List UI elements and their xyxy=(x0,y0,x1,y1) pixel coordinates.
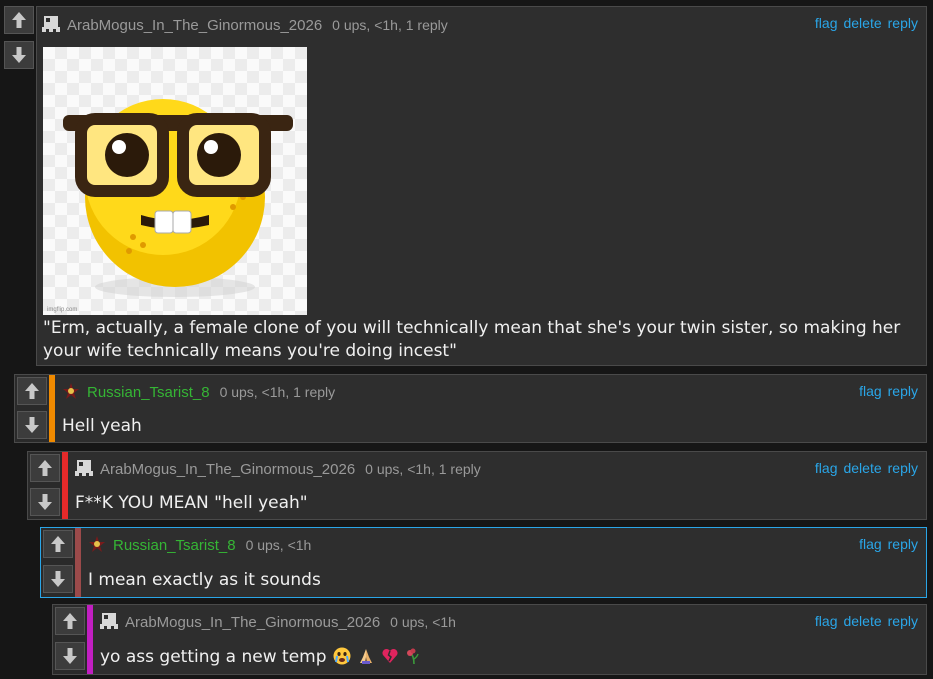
comment-5: ArabMogus_In_The_Ginormous_2026 0 ups, <1… xyxy=(52,604,927,675)
comment-meta: 0 ups, <1h, 1 reply xyxy=(332,17,448,33)
downvote-button[interactable] xyxy=(43,565,73,593)
avatar-icon[interactable] xyxy=(74,458,94,478)
delete-link[interactable]: delete xyxy=(843,613,881,629)
upvote-button[interactable] xyxy=(43,530,73,558)
delete-link[interactable]: delete xyxy=(843,15,881,31)
avatar-icon[interactable] xyxy=(87,534,107,554)
reply-link[interactable]: reply xyxy=(888,383,918,399)
upvote-button[interactable] xyxy=(30,454,60,482)
username-link[interactable]: ArabMogus_In_The_Ginormous_2026 xyxy=(67,17,322,34)
vote-column xyxy=(41,528,75,597)
comment-text: yo ass getting a new temp xyxy=(100,647,327,667)
thread-stripe xyxy=(87,605,93,674)
avatar-icon[interactable] xyxy=(61,381,81,401)
comment-header: ArabMogus_In_The_Ginormous_2026 0 ups, <1… xyxy=(41,10,926,40)
comment-1: ArabMogus_In_The_Ginormous_2026 0 ups, <1… xyxy=(36,6,927,366)
delete-link[interactable]: delete xyxy=(843,460,881,476)
broken-heart-icon xyxy=(381,648,398,663)
flag-link[interactable]: flag xyxy=(859,536,882,552)
nerd-emoji-image xyxy=(63,99,293,297)
vote-column xyxy=(28,452,62,519)
thread-stripe xyxy=(49,375,55,442)
upvote-button[interactable] xyxy=(55,607,85,635)
avatar-icon[interactable] xyxy=(99,611,119,631)
flag-link[interactable]: flag xyxy=(859,383,882,399)
downvote-button[interactable] xyxy=(4,41,34,69)
comment-3: ArabMogus_In_The_Ginormous_2026 0 ups, <1… xyxy=(27,451,927,520)
wilted-flower-icon xyxy=(406,648,419,665)
reply-link[interactable]: reply xyxy=(888,536,918,552)
arrow-down-icon xyxy=(51,571,65,587)
comment-text: Hell yeah xyxy=(62,416,142,436)
comment-meta: 0 ups, <1h, 1 reply xyxy=(219,384,336,400)
comment-text-row: yo ass getting a new temp xyxy=(100,646,423,669)
vote-column xyxy=(2,6,36,82)
username-link[interactable]: ArabMogus_In_The_Ginormous_2026 xyxy=(125,614,380,631)
avatar-icon[interactable] xyxy=(41,14,61,34)
comment-header: Russian_Tsarist_8 0 ups, <1h, 1 reply xyxy=(61,377,926,407)
thread-stripe xyxy=(62,452,68,519)
flag-link[interactable]: flag xyxy=(815,15,838,31)
comment-meta: 0 ups, <1h, 1 reply xyxy=(365,461,481,477)
arrow-up-icon xyxy=(63,613,77,629)
comment-header: Russian_Tsarist_8 0 ups, <1h xyxy=(87,530,926,560)
comment-meta: 0 ups, <1h xyxy=(390,614,456,630)
flag-link[interactable]: flag xyxy=(815,613,838,629)
vote-column xyxy=(15,375,49,442)
comment-2: Russian_Tsarist_8 0 ups, <1h, 1 reply fla… xyxy=(14,374,927,443)
comment-text: I mean exactly as it sounds xyxy=(88,570,321,590)
comment-actions: flag delete reply xyxy=(809,460,918,476)
comment-text: F**K YOU MEAN "hell yeah" xyxy=(75,493,308,513)
comment-actions: flag reply xyxy=(853,536,918,552)
comment-actions: flag delete reply xyxy=(809,15,918,31)
crying-face-icon xyxy=(333,647,351,665)
arrow-up-icon xyxy=(51,536,65,552)
arrow-down-icon xyxy=(38,494,52,510)
arrow-down-icon xyxy=(25,417,39,433)
comment-4: Russian_Tsarist_8 0 ups, <1h flag reply I … xyxy=(40,527,927,598)
comment-text: "Erm, actually, a female clone of you wi… xyxy=(43,318,901,361)
downvote-button[interactable] xyxy=(30,488,60,516)
username-link[interactable]: Russian_Tsarist_8 xyxy=(113,537,236,554)
comment-actions: flag reply xyxy=(853,383,918,399)
thread-stripe xyxy=(75,528,81,597)
vote-column xyxy=(53,605,87,674)
folded-hands-icon xyxy=(359,649,372,664)
arrow-down-icon xyxy=(12,47,26,63)
downvote-button[interactable] xyxy=(55,642,85,670)
reply-link[interactable]: reply xyxy=(888,15,918,31)
comment-meta: 0 ups, <1h xyxy=(245,537,312,553)
reply-link[interactable]: reply xyxy=(888,460,918,476)
comment-header: ArabMogus_In_The_Ginormous_2026 0 ups, <1… xyxy=(74,454,926,484)
image-watermark: imgflip.com xyxy=(47,307,78,313)
downvote-button[interactable] xyxy=(17,411,47,439)
upvote-button[interactable] xyxy=(4,6,34,34)
arrow-up-icon xyxy=(12,12,26,28)
meme-image[interactable]: imgflip.com xyxy=(43,47,307,315)
arrow-up-icon xyxy=(38,460,52,476)
comment-header: ArabMogus_In_The_Ginormous_2026 0 ups, <1… xyxy=(99,607,926,637)
arrow-down-icon xyxy=(63,648,77,664)
upvote-button[interactable] xyxy=(17,377,47,405)
username-link[interactable]: Russian_Tsarist_8 xyxy=(87,384,210,401)
comment-actions: flag delete reply xyxy=(809,613,918,629)
reply-link[interactable]: reply xyxy=(888,613,918,629)
arrow-up-icon xyxy=(25,383,39,399)
flag-link[interactable]: flag xyxy=(815,460,838,476)
username-link[interactable]: ArabMogus_In_The_Ginormous_2026 xyxy=(100,461,355,478)
